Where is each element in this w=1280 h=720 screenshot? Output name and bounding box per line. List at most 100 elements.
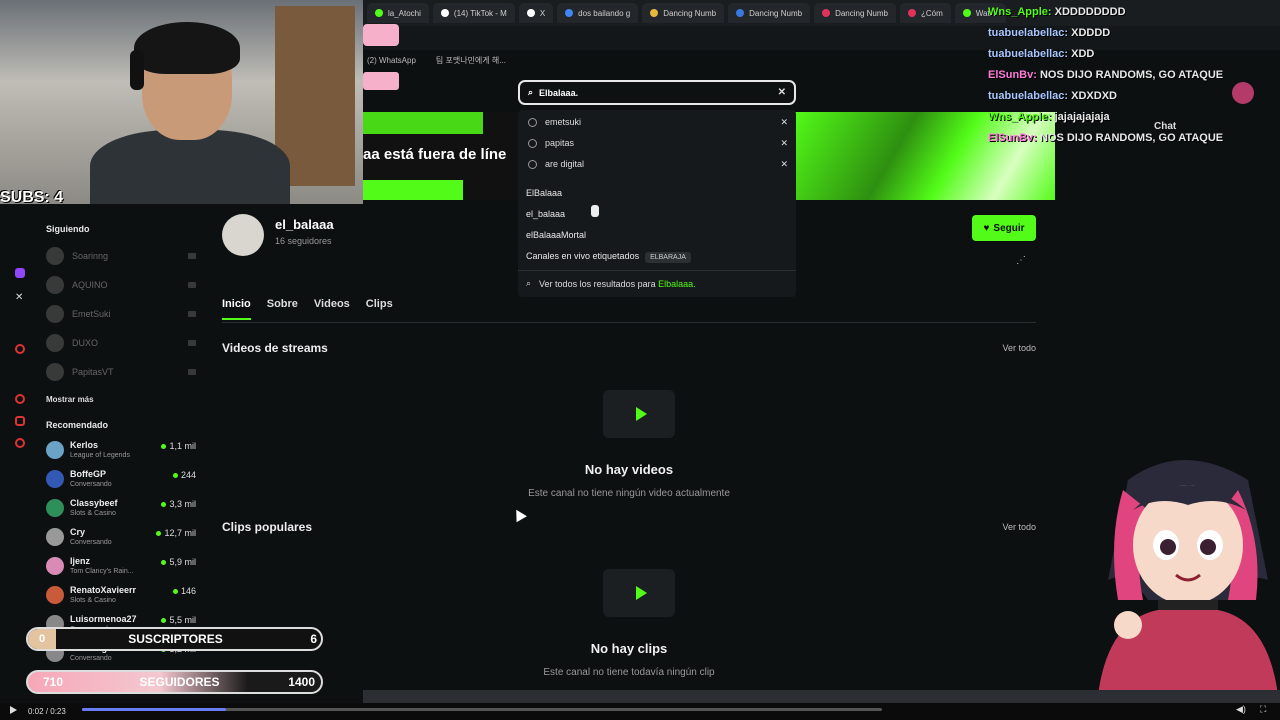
history-icon	[528, 117, 537, 127]
channel-followers: 16 seguidores	[275, 236, 332, 246]
viewer-count: 146	[173, 586, 196, 596]
browser-tab[interactable]: la_Atochi	[367, 3, 429, 23]
close-icon[interactable]: ✕	[778, 87, 786, 98]
tab-inicio[interactable]: Inicio	[222, 298, 251, 320]
recommended-item[interactable]: Cry Conversando 12,7 mil	[46, 525, 196, 551]
recent-search-item[interactable]: emetsuki ✕	[528, 113, 788, 131]
recommended-category: Conversando	[70, 655, 112, 662]
search-result[interactable]: elBalaaaMortal	[526, 230, 586, 240]
browser-tab-bar: la_Atochi (14) TikTok - M Xdos bailando g D…	[363, 0, 1280, 26]
following-item[interactable]: DUXO	[46, 333, 196, 353]
recommended-name: Luisormenoa27	[70, 614, 137, 624]
recommended-name: ljenz	[70, 556, 91, 566]
recommended-category: Conversando	[70, 539, 112, 546]
search-result[interactable]: el_balaaa	[526, 209, 565, 219]
no-videos-title: No hay videos	[584, 462, 674, 477]
search-result[interactable]: ElBalaaa	[526, 188, 562, 198]
browser-tab[interactable]: Dancing Numb	[642, 3, 725, 23]
following-item[interactable]: AQUINO	[46, 275, 196, 295]
followers-bar: 710 SEGUIDORES 1400	[26, 670, 323, 694]
x-icon[interactable]: ✕	[15, 292, 25, 303]
clock-icon[interactable]	[15, 394, 25, 404]
circle-icon[interactable]	[15, 344, 25, 354]
recommended-item[interactable]: BoffeGP Conversando 244	[46, 467, 196, 493]
chat-username: ElSunBv:	[988, 69, 1037, 81]
tab-sobre[interactable]: Sobre	[267, 298, 298, 320]
close-icon[interactable]: ✕	[780, 159, 788, 170]
see-all-streams-link[interactable]: Ver todo	[990, 343, 1036, 353]
recommended-item[interactable]: Classybeef Slots & Casino 3,3 mil	[46, 496, 196, 522]
share-icon[interactable]: ⋰	[1016, 255, 1028, 267]
tab-favicon-icon	[440, 9, 449, 17]
search-value: Elbalaaa.	[539, 87, 579, 98]
following-item[interactable]: PapitasVT	[46, 362, 196, 382]
tab-label: la_Atochi	[388, 8, 421, 18]
browser-tab[interactable]: Dancing Numb	[814, 3, 896, 23]
recommended-title: Recomendado	[46, 420, 109, 430]
browser-tab[interactable]: dos bailando g	[557, 3, 639, 23]
overlay-sticker	[363, 72, 399, 90]
channel-name: el_balaaa	[275, 217, 334, 232]
search-input[interactable]: ⌕ Elbalaaa. ✕	[518, 80, 796, 105]
recent-search-item[interactable]: papitas ✕	[528, 134, 788, 152]
browser-toolbar	[363, 26, 1280, 50]
close-icon[interactable]: ✕	[780, 117, 788, 128]
chat-username: Wns_Apple:	[988, 111, 1052, 123]
fullscreen-icon[interactable]: ⛶	[1260, 704, 1266, 715]
subscribers-label: SUSCRIPTORES	[128, 632, 223, 646]
recommended-name: Kerlos	[70, 440, 99, 450]
twitch-icon[interactable]	[15, 268, 25, 278]
following-item[interactable]: Soarinng	[46, 246, 196, 266]
search-icon: ⌕	[528, 87, 534, 97]
following-item[interactable]: EmetSuki	[46, 304, 196, 324]
volume-icon[interactable]: ◀)	[1236, 704, 1246, 715]
hand-cursor-icon	[591, 205, 599, 217]
vtuber-avatar-image	[1098, 460, 1278, 695]
browser-tab[interactable]: (14) TikTok - M	[432, 3, 515, 23]
browser-tab[interactable]: X	[518, 3, 554, 23]
avatar	[46, 305, 64, 323]
browser-tab[interactable]: ¿Cóm	[899, 3, 951, 23]
history-icon	[528, 159, 537, 169]
tab-label: dos bailando g	[578, 8, 631, 18]
avatar	[46, 334, 64, 352]
bookmark-korean[interactable]: 팀 포맷나민에게 해...	[436, 55, 506, 66]
follow-button[interactable]: ♥ Seguir	[972, 215, 1036, 241]
chat-message: tuabuelabellac: XDD	[988, 48, 1094, 60]
video-progress-bar[interactable]	[82, 708, 882, 711]
recommended-item[interactable]: Kerlos League of Legends 1,1 mil	[46, 438, 196, 464]
live-tagged-result[interactable]: Canales en vivo etiquetados ELBARAJA	[526, 251, 691, 263]
streams-section-title: Videos de streams	[222, 341, 328, 355]
tab-favicon-icon	[907, 9, 916, 17]
following-title: Siguiendo	[46, 224, 90, 234]
recommended-item[interactable]: RenatoXavieerr Slots & Casino 146	[46, 583, 196, 609]
tab-clips[interactable]: Clips	[366, 298, 393, 320]
offline-icon	[188, 340, 196, 346]
mouse-cursor-icon	[511, 506, 527, 523]
bookmark-whatsapp[interactable]: (2) WhatsApp	[367, 56, 416, 65]
followers-value: 1400	[288, 675, 315, 689]
play-icon[interactable]	[10, 706, 17, 714]
recommended-name: Cry	[70, 527, 86, 537]
tab-favicon-icon	[526, 9, 535, 17]
avatar	[46, 557, 64, 575]
heart-icon: ♥	[983, 222, 990, 234]
chat-username: tuabuelabellac:	[988, 48, 1069, 60]
tab-label: X	[539, 8, 546, 18]
see-all-term: Elbalaaa.	[658, 278, 696, 289]
tab-videos[interactable]: Videos	[314, 298, 350, 320]
show-more-link[interactable]: Mostrar más	[46, 395, 94, 404]
recommended-item[interactable]: ljenz Tom Clancy's Rain... 5,9 mil	[46, 554, 196, 580]
time-display: 0:02 / 0:23	[28, 707, 66, 716]
viewer-count: 5,9 mil	[161, 557, 196, 567]
see-all-results-link[interactable]: ⌕ Ver todos los resultados para Elbalaaa.	[526, 278, 696, 289]
browser-tab[interactable]: Dancing Numb	[728, 3, 811, 23]
close-icon[interactable]: ✕	[780, 138, 788, 149]
tab-favicon-icon	[650, 9, 659, 17]
settings-icon[interactable]	[15, 438, 25, 448]
channel-avatar[interactable]	[222, 214, 264, 256]
recent-search-item[interactable]: are digital ✕	[528, 155, 788, 173]
see-all-clips-link[interactable]: Ver todo	[990, 522, 1036, 532]
tag-icon[interactable]	[15, 416, 25, 426]
following-name: Soarinng	[72, 251, 109, 261]
